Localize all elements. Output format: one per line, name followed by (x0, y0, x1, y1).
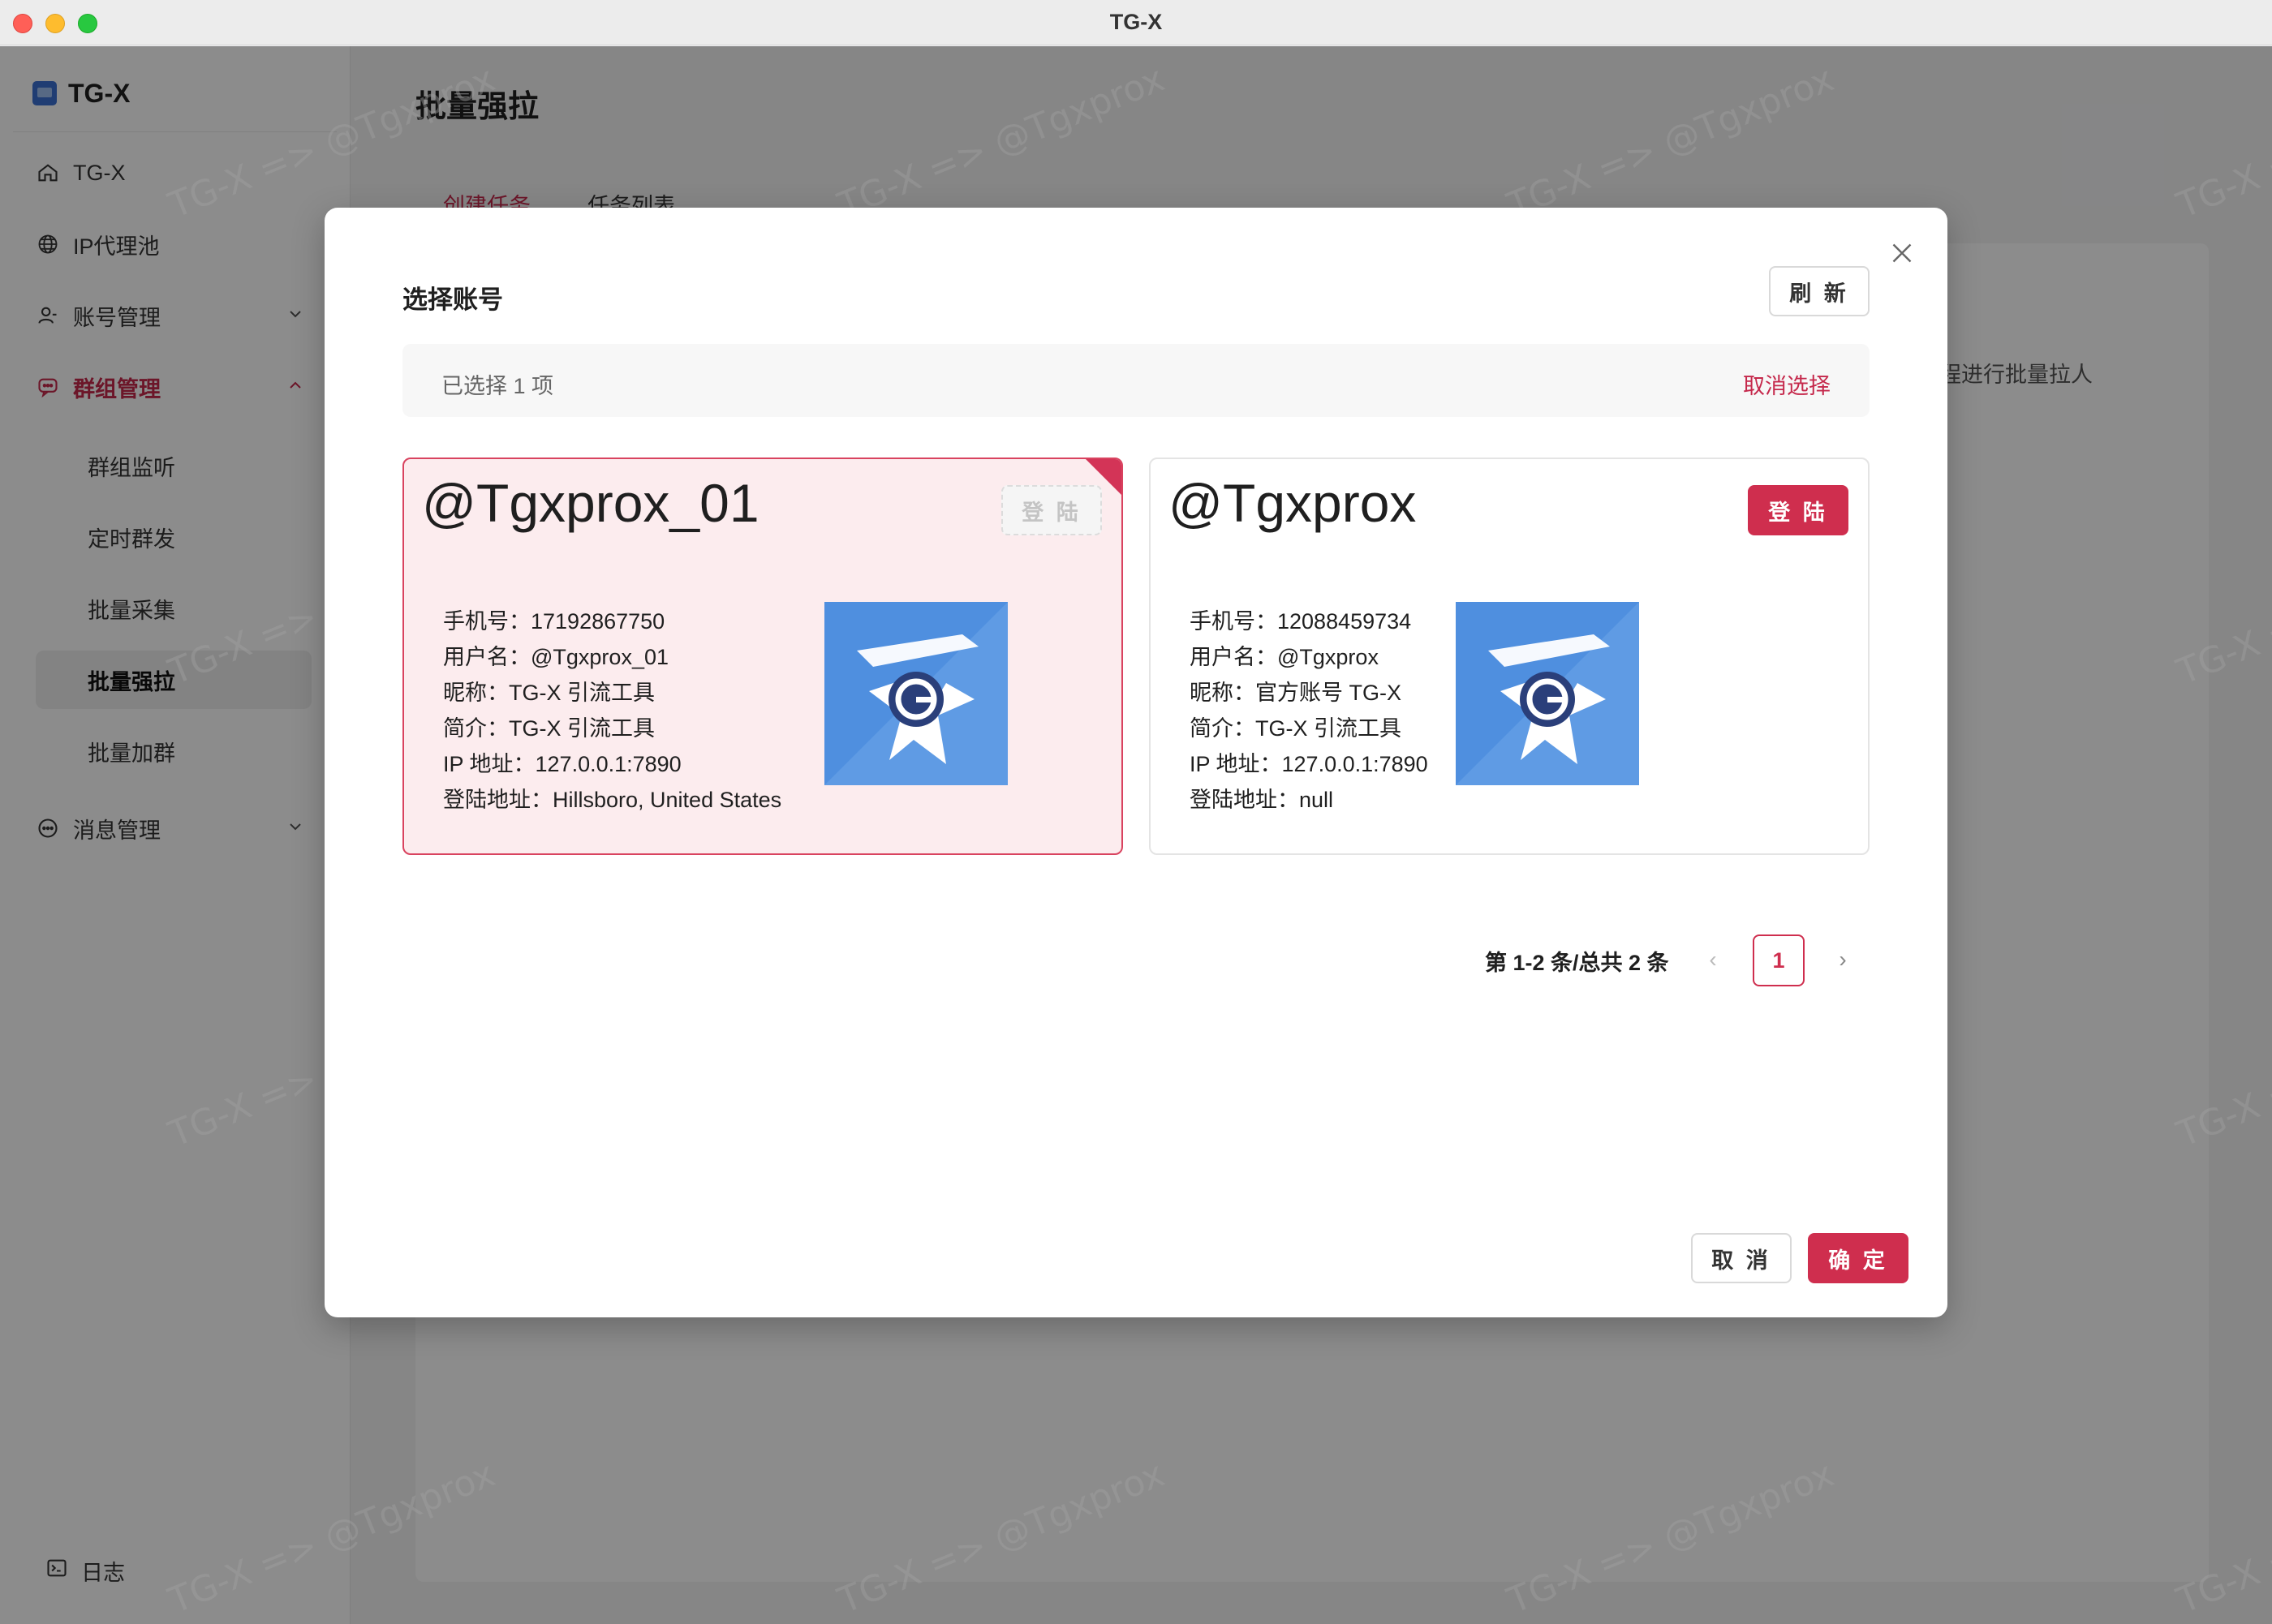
select-account-modal: 选择账号 刷 新 已选择 1 项 取消选择 @Tgxprox_01 登 陆 手机… (325, 208, 1947, 1317)
account-phone: 手机号：12088459734 (1190, 609, 1412, 634)
account-username: 用户名：@Tgxprox (1190, 645, 1379, 669)
avatar (824, 602, 1008, 785)
selection-bar: 已选择 1 项 取消选择 (402, 344, 1870, 417)
account-phone: 手机号：17192867750 (443, 609, 665, 634)
refresh-button[interactable]: 刷 新 (1769, 266, 1870, 316)
account-nickname: 昵称：TG-X 引流工具 (443, 681, 655, 705)
account-handle: @Tgxprox_01 (422, 473, 759, 533)
pagination-page-1[interactable]: 1 (1753, 934, 1805, 986)
modal-title: 选择账号 (402, 286, 503, 314)
selection-count: 已选择 1 项 (441, 374, 554, 398)
chevron-right-icon[interactable]: › (1831, 947, 1855, 972)
account-handle: @Tgxprox (1168, 473, 1417, 533)
account-ip: IP 地址：127.0.0.1:7890 (443, 752, 682, 776)
login-button[interactable]: 登 陆 (1748, 485, 1848, 535)
account-nickname: 昵称：官方账号 TG-X (1190, 681, 1401, 705)
window-titlebar: TG-X (0, 0, 2272, 45)
chevron-left-icon[interactable]: ‹ (1701, 947, 1725, 972)
login-button[interactable]: 登 陆 (1001, 485, 1102, 535)
account-info: 手机号：12088459734 用户名：@Tgxprox 昵称：官方账号 TG-… (1190, 604, 1428, 818)
account-ip: IP 地址：127.0.0.1:7890 (1190, 752, 1428, 776)
account-login-location: 登陆地址：Hillsboro, United States (443, 788, 782, 812)
cancel-button[interactable]: 取 消 (1691, 1233, 1792, 1283)
pagination-total: 第 1-2 条/总共 2 条 (1485, 950, 1669, 975)
account-info: 手机号：17192867750 用户名：@Tgxprox_01 昵称：TG-X … (443, 604, 781, 818)
account-card[interactable]: @Tgxprox 登 陆 手机号：12088459734 用户名：@Tgxpro… (1149, 458, 1870, 855)
close-icon[interactable] (1887, 238, 1917, 268)
account-card[interactable]: @Tgxprox_01 登 陆 手机号：17192867750 用户名：@Tgx… (402, 458, 1123, 855)
avatar (1456, 602, 1639, 785)
account-bio: 简介：TG-X 引流工具 (1190, 716, 1401, 741)
account-username: 用户名：@Tgxprox_01 (443, 645, 669, 669)
confirm-button[interactable]: 确 定 (1808, 1233, 1908, 1283)
cancel-selection-link[interactable]: 取消选择 (1743, 368, 1831, 400)
window-title: TG-X (1109, 10, 1163, 34)
account-login-location: 登陆地址：null (1190, 788, 1334, 812)
account-bio: 简介：TG-X 引流工具 (443, 716, 655, 741)
